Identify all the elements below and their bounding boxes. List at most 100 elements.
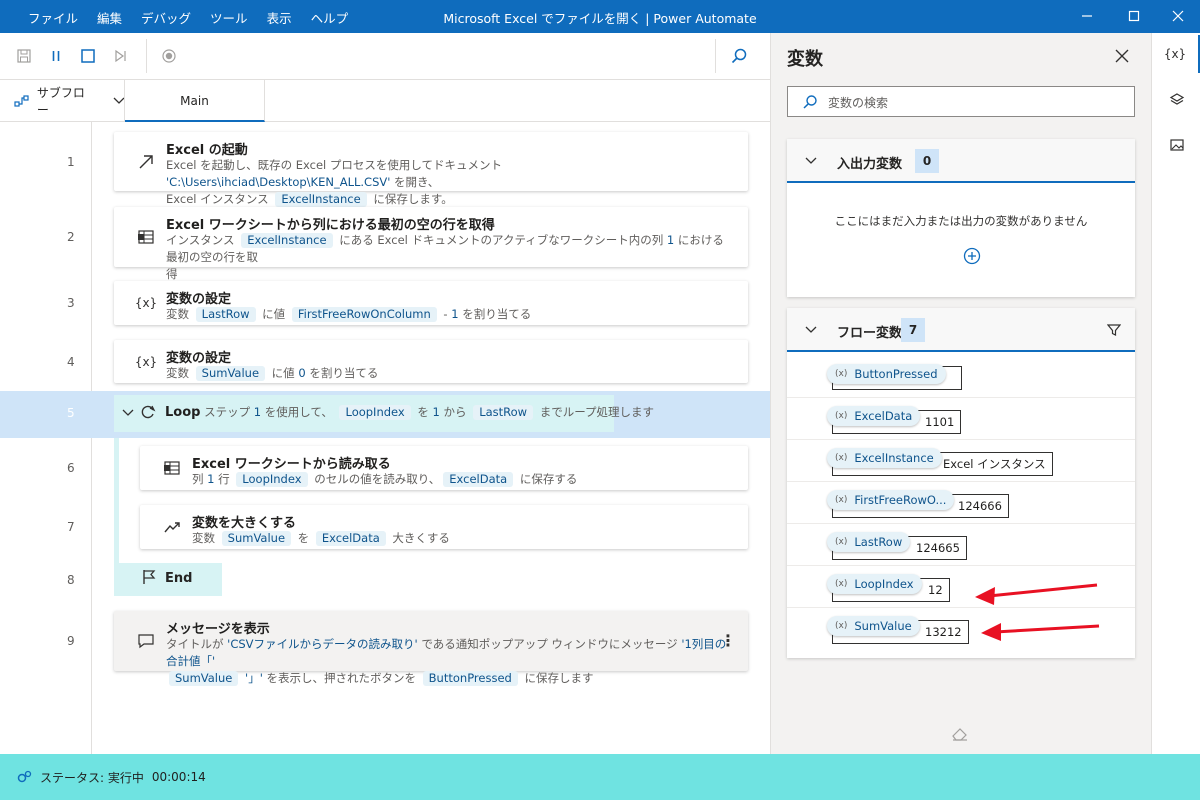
section-label: 入出力変数 (837, 157, 903, 172)
action-title: Excel ワークシートから読み取る (192, 457, 391, 472)
variable-type-icon: (x) (835, 495, 848, 505)
pause-button[interactable] (45, 45, 67, 67)
variable-token: ExcelInstance (241, 233, 333, 248)
filter-icon[interactable] (1107, 323, 1121, 337)
menu-tools[interactable]: ツール (210, 8, 248, 27)
save-button[interactable] (13, 45, 35, 67)
toolbar (0, 33, 770, 80)
search-icon (803, 95, 817, 109)
search-icon (731, 48, 747, 64)
action-title: Excel の起動 (166, 143, 248, 158)
close-panel-button[interactable] (1115, 49, 1129, 66)
line-number: 7 (67, 520, 75, 534)
toolbar-divider (715, 39, 716, 73)
minimize-icon (1082, 15, 1092, 17)
menu-bar: ファイル 編集 デバッグ ツール 表示 ヘルプ (28, 8, 367, 27)
message-icon (134, 611, 158, 671)
variable-type-icon: (x) (835, 369, 848, 379)
excel-sheet-icon (160, 446, 184, 490)
action-title: End (165, 571, 193, 586)
variable-pill: (x) ExcelData (827, 406, 921, 426)
variable-token: ExcelInstance (275, 192, 367, 207)
flag-icon (143, 570, 156, 584)
maximize-icon (1128, 10, 1140, 22)
action-read-worksheet[interactable]: Excel ワークシートから読み取る 列 1 行 LoopIndex のセルの値… (140, 446, 748, 490)
variable-row[interactable]: 124666 (x) FirstFreeRowO... (787, 482, 1135, 524)
right-sidebar: {x} (1151, 33, 1200, 754)
variable-pill: (x) ButtonPressed (827, 364, 946, 384)
menu-file[interactable]: ファイル (28, 8, 78, 27)
variable-type-icon: (x) (835, 621, 848, 631)
variable-pill: (x) FirstFreeRowO... (827, 490, 955, 510)
variable-row[interactable]: 124665 (x) LastRow (787, 524, 1135, 566)
chevron-down-icon (805, 326, 817, 333)
variable-type-icon: (x) (835, 537, 848, 547)
action-display-message[interactable]: メッセージを表示 タイトルが 'CSVファイルからデータの読み取り' である通知… (114, 611, 748, 686)
variable-search-input[interactable]: 変数の検索 (787, 86, 1135, 117)
action-title: 変数の設定 (166, 292, 232, 307)
menu-help[interactable]: ヘルプ (311, 8, 349, 27)
gears-icon (17, 770, 32, 783)
sidebar-item-ui-elements[interactable] (1152, 81, 1200, 119)
action-increase-variable[interactable]: 変数を大きくする 変数 SumValue を ExcelData 大きくする (140, 505, 748, 549)
stop-icon (81, 49, 95, 63)
variable-pill: (x) SumValue (827, 616, 920, 636)
section-label: フロー変数 (837, 326, 903, 341)
maximize-button[interactable] (1122, 5, 1146, 27)
action-description: インスタンス ExcelInstance にある Excel ドキュメントのアク… (166, 233, 724, 281)
menu-edit[interactable]: 編集 (97, 8, 122, 27)
eraser-icon[interactable] (951, 725, 969, 744)
empty-message: ここにはまだ入力または出力の変数がありません (834, 214, 1088, 228)
more-options-icon[interactable]: ⋮ (720, 631, 736, 650)
variables-panel: 変数 変数の検索 入出力変数 0 ここにはまだ入力または出力の変数がありません … (770, 33, 1151, 754)
subflow-icon (14, 94, 29, 107)
run-next-action-button[interactable] (109, 45, 131, 67)
pause-icon (52, 51, 60, 61)
variable-row[interactable]: 1101 (x) ExcelData (787, 398, 1135, 440)
subflow-dropdown[interactable]: サブフロー (0, 80, 125, 121)
line-number: 6 (67, 461, 75, 475)
action-description: タイトルが 'CSVファイルからデータの読み取り' である通知ポップアップ ウィ… (166, 637, 727, 686)
io-section-header[interactable]: 入出力変数 0 (787, 139, 1135, 183)
variable-type-icon: (x) (835, 453, 848, 463)
record-button[interactable] (158, 45, 180, 67)
flow-section-header[interactable]: フロー変数 7 (787, 308, 1135, 352)
chevron-down-icon[interactable] (122, 409, 134, 417)
action-set-variable[interactable]: {x} 変数の設定 変数 LastRow に値 FirstFreeRowOnCo… (114, 281, 748, 325)
loop-bracket (114, 438, 119, 563)
record-icon (162, 49, 176, 63)
tab-main[interactable]: Main (125, 80, 265, 122)
variable-type-icon: (x) (835, 411, 848, 421)
action-loop[interactable]: Loop ステップ 1 を使用して、 LoopIndex を 1 から Last… (114, 395, 654, 432)
menu-view[interactable]: 表示 (267, 8, 292, 27)
action-set-variable[interactable]: {x} 変数の設定 変数 SumValue に値 0 を割り当てる (114, 340, 748, 383)
panel-title: 変数 (787, 49, 823, 70)
launch-arrow-icon (134, 132, 158, 191)
chevron-down-icon (113, 97, 124, 104)
add-variable-button[interactable] (963, 247, 981, 268)
gutter-divider (91, 122, 92, 754)
sidebar-item-images[interactable] (1152, 126, 1200, 164)
subflow-tabs: サブフロー Main (0, 80, 770, 122)
variable-row[interactable]: (x) ButtonPressed (787, 356, 1135, 398)
action-end[interactable]: End (114, 563, 222, 596)
sidebar-item-variables[interactable]: {x} (1152, 35, 1200, 73)
title-bar: ファイル 編集 デバッグ ツール 表示 ヘルプ Microsoft Excel … (0, 0, 1200, 33)
close-icon (1172, 10, 1184, 22)
minimize-button[interactable] (1075, 5, 1099, 27)
action-title: Loop (165, 405, 201, 420)
stop-button[interactable] (77, 45, 99, 67)
variable-icon: {x} (134, 296, 158, 310)
layers-icon (1169, 93, 1184, 105)
action-get-first-free-row[interactable]: Excel ワークシートから列における最初の空の行を取得 インスタンス Exce… (114, 207, 748, 281)
action-description: Excel を起動し、既存の Excel プロセスを使用してドキュメント 'C:… (166, 158, 503, 207)
variable-row[interactable]: Excel インスタンス (x) ExcelInstance (787, 440, 1135, 482)
action-description: 変数 LastRow に値 FirstFreeRowOnColumn - 1 を… (166, 307, 532, 322)
menu-debug[interactable]: デバッグ (141, 8, 191, 27)
close-window-button[interactable] (1166, 5, 1190, 27)
search-actions-button[interactable] (728, 45, 750, 67)
action-description: 列 1 行 LoopIndex のセルの値を読み取り、 ExcelData に保存… (192, 472, 578, 487)
action-launch-excel[interactable]: Excel の起動 Excel を起動し、既存の Excel プロセスを使用して… (114, 132, 748, 207)
variable-pill: (x) ExcelInstance (827, 448, 942, 468)
action-title: メッセージを表示 (166, 622, 270, 637)
